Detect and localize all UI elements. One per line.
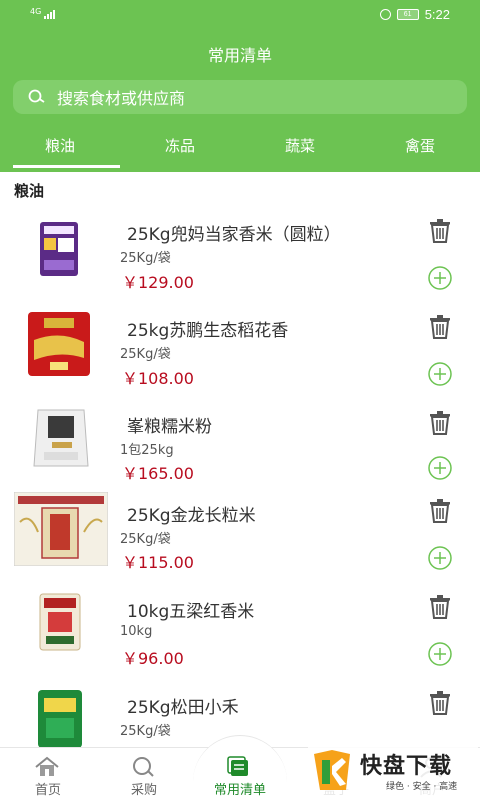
tabbar-label: 常用清单: [213, 783, 266, 798]
add-icon[interactable]: [428, 362, 452, 386]
product-image[interactable]: [13, 491, 109, 567]
list-icon: [227, 756, 248, 776]
product-image[interactable]: [14, 220, 106, 292]
tabbar-label: 首页: [34, 783, 61, 798]
network-type: 4G: [30, 7, 42, 16]
clock: 5:22: [424, 7, 450, 22]
watermark-tagline: 绿色 · 安全 · 高速: [386, 782, 458, 792]
add-icon[interactable]: [428, 546, 452, 570]
product-name[interactable]: 25kg苏鹏生态稻花香: [127, 316, 288, 341]
trash-icon[interactable]: [429, 219, 451, 243]
product-name[interactable]: 10kg五梁红香米: [127, 597, 254, 622]
product-spec: 1包25kg: [120, 443, 174, 458]
search-placeholder: 搜索食材或供应商: [57, 89, 186, 108]
list-item: 25kg苏鹏生态稻花香 25Kg/袋 ￥108.00: [0, 296, 480, 392]
product-price: ￥165.00: [122, 464, 194, 483]
search-icon: [133, 757, 154, 777]
page-title: 常用清单: [207, 46, 272, 65]
product-image[interactable]: [14, 310, 106, 382]
list-item: 25Kg兜妈当家香米（圆粒） 25Kg/袋 ￥129.00: [0, 200, 480, 296]
search-input[interactable]: 搜索食材或供应商: [13, 80, 467, 114]
tabbar-item-purchase[interactable]: 采购: [96, 748, 192, 800]
product-name[interactable]: 25Kg兜妈当家香米（圆粒）: [127, 220, 341, 245]
watermark: 快盘下载 绿色 · 安全 · 高速: [308, 742, 478, 798]
home-icon: [35, 756, 59, 776]
product-price: ￥115.00: [122, 553, 194, 572]
trash-icon[interactable]: [429, 691, 451, 715]
product-spec: 25Kg/袋: [120, 347, 171, 362]
tab-vegetables[interactable]: 蔬菜: [240, 130, 360, 168]
product-image[interactable]: [14, 588, 106, 660]
section-title: 粮油: [14, 182, 45, 200]
tab-poultry-eggs[interactable]: 禽蛋: [360, 130, 480, 168]
signal-icon: [44, 9, 56, 19]
category-tabs: 粮油 冻品 蔬菜 禽蛋: [0, 130, 480, 168]
tabbar-label: 采购: [130, 783, 157, 798]
trash-icon[interactable]: [429, 411, 451, 435]
product-price: ￥96.00: [122, 649, 184, 668]
tab-frozen[interactable]: 冻品: [120, 130, 240, 168]
product-price: ￥129.00: [122, 273, 194, 292]
add-icon[interactable]: [428, 642, 452, 666]
product-name[interactable]: 峯粮糯米粉: [127, 412, 212, 437]
product-spec: 25Kg/袋: [120, 724, 171, 739]
trash-icon[interactable]: [429, 315, 451, 339]
alarm-icon: [379, 9, 391, 20]
header: 常用清单 搜索食材或供应商 粮油 冻品 蔬菜 禽蛋: [0, 30, 480, 172]
tab-grain-oil[interactable]: 粮油: [0, 130, 120, 168]
product-name[interactable]: 25Kg松田小禾: [127, 693, 239, 718]
product-spec: 10kg: [120, 624, 153, 639]
list-item: 25Kg金龙长粒米 25Kg/袋 ￥115.00: [0, 488, 480, 584]
product-list: 25Kg兜妈当家香米（圆粒） 25Kg/袋 ￥129.00 25kg苏鹏生态稻花…: [0, 200, 480, 776]
status-bar: 4G 61 5:22: [0, 0, 480, 30]
product-spec: 25Kg/袋: [120, 251, 171, 266]
watermark-brand: 快盘下载: [360, 754, 453, 779]
watermark-logo: [314, 750, 350, 790]
search-icon: [28, 89, 45, 103]
tabbar-item-favorites[interactable]: 常用清单: [192, 748, 288, 800]
battery-icon: 61: [396, 9, 419, 20]
product-image[interactable]: [14, 406, 106, 478]
trash-icon[interactable]: [429, 499, 451, 523]
list-item: 峯粮糯米粉 1包25kg ￥165.00: [0, 392, 480, 488]
product-spec: 25Kg/袋: [120, 532, 171, 547]
add-icon[interactable]: [428, 266, 452, 290]
product-price: ￥108.00: [122, 369, 194, 388]
list-item: 10kg五梁红香米 10kg ￥96.00: [0, 584, 480, 680]
tabbar-item-home[interactable]: 首页: [0, 748, 96, 800]
add-icon[interactable]: [428, 456, 452, 480]
product-name[interactable]: 25Kg金龙长粒米: [127, 501, 256, 526]
trash-icon[interactable]: [429, 595, 451, 619]
